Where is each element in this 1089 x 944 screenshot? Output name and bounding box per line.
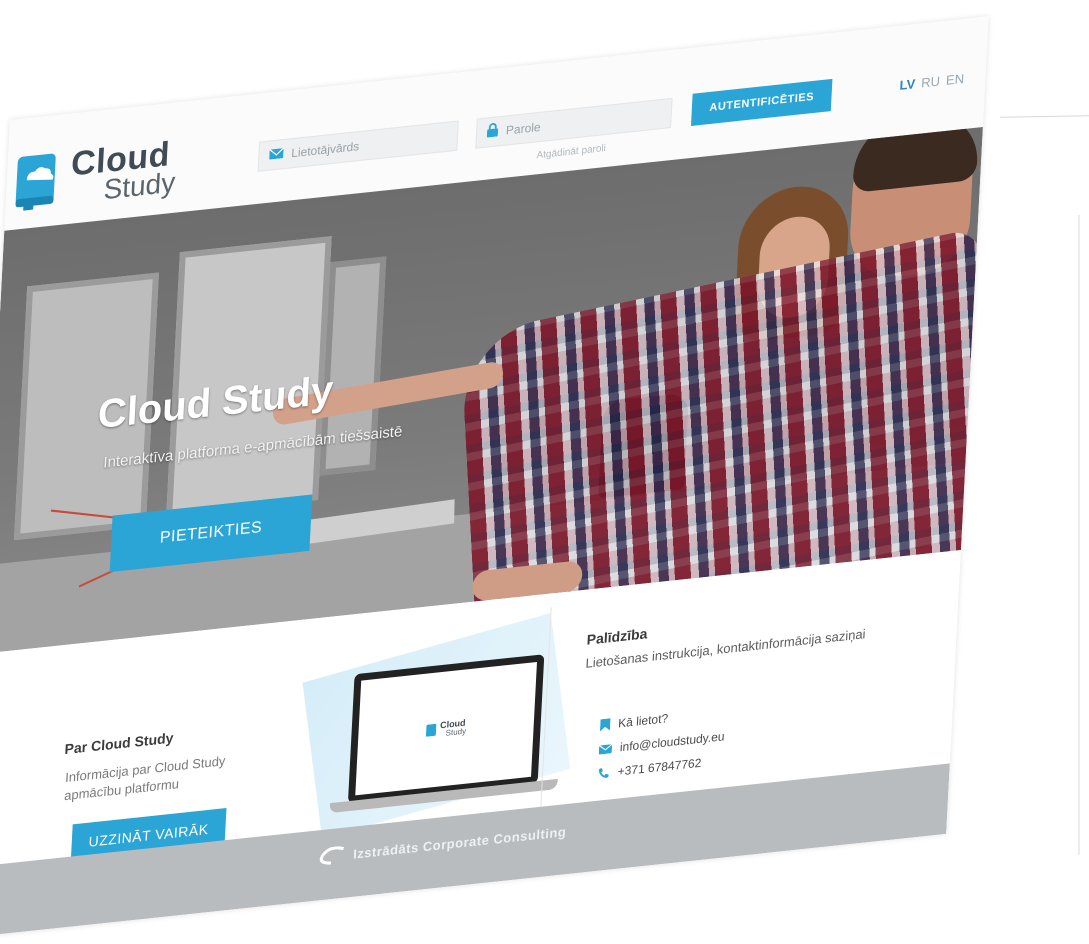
mini-logo-icon — [425, 723, 437, 737]
page-edge-shadow — [1078, 215, 1080, 855]
language-switcher: LV RU EN — [899, 71, 964, 93]
about-title: Par Cloud Study — [64, 729, 174, 758]
page-edge-line — [999, 115, 1089, 118]
lock-icon — [486, 122, 499, 142]
brand-logo[interactable]: Cloud Study — [11, 135, 178, 214]
forgot-password-link[interactable]: Atgādināt paroli — [536, 143, 606, 161]
how-to-use-link[interactable]: Kā lietot? — [599, 711, 669, 732]
password-placeholder: Parole — [505, 119, 542, 138]
book-cloud-icon — [11, 151, 62, 212]
mail-icon — [269, 145, 285, 165]
username-input[interactable]: Lietotājvārds — [257, 120, 459, 172]
phone-label: +371 67847762 — [617, 755, 702, 779]
authenticate-button[interactable]: AUTENTIFICĒTIES — [690, 78, 833, 126]
username-placeholder: Lietotājvārds — [290, 139, 360, 161]
laptop-screen-content: Cloud Study — [355, 661, 537, 796]
bookmark-icon — [599, 718, 611, 732]
lang-en[interactable]: EN — [946, 71, 965, 88]
website-page: Cloud Study Lietotājvārds Parole Atgādin… — [0, 16, 989, 938]
phone-icon — [598, 768, 609, 778]
email-label: info@cloudstudy.eu — [619, 729, 725, 755]
help-title: Palīdzība — [586, 625, 648, 648]
about-text: Informācija par Cloud Study apmācību pla… — [63, 753, 226, 804]
password-input[interactable]: Parole — [475, 97, 673, 149]
lang-ru[interactable]: RU — [921, 73, 941, 90]
mini-logo-line2: Study — [445, 726, 467, 738]
how-to-use-label: Kā lietot? — [617, 711, 669, 731]
lang-lv[interactable]: LV — [899, 76, 915, 93]
mail-icon — [598, 743, 613, 754]
brand-line2: Study — [102, 166, 177, 206]
laptop-screen: Cloud Study — [347, 654, 545, 804]
email-link[interactable]: info@cloudstudy.eu — [598, 729, 725, 756]
phone-link[interactable]: +371 67847762 — [597, 755, 702, 781]
footer-credit-text: Izstrādāts Corporate Consulting — [352, 823, 567, 862]
footer-credit[interactable]: Izstrādāts Corporate Consulting — [319, 822, 567, 866]
brand-wordmark: Cloud Study — [69, 135, 178, 208]
swoosh-logo-icon — [319, 846, 345, 865]
